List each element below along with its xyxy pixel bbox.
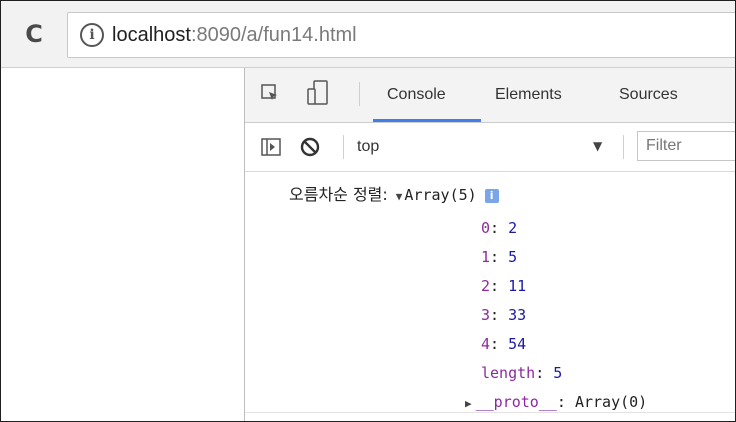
address-bar[interactable]: i localhost:8090/a/fun14.html bbox=[67, 12, 735, 58]
prop-key: 3 bbox=[481, 306, 491, 324]
console-divider bbox=[245, 412, 735, 413]
context-selector[interactable]: top bbox=[357, 136, 379, 158]
proto-value: Array(0) bbox=[574, 393, 648, 411]
console-output: 오름차순 정렬: ▼ Array(5) i 0: 2 1: 5 2: 11 3: 33… bbox=[245, 172, 735, 421]
sidebar-icon[interactable] bbox=[261, 138, 281, 156]
array-item: 4: 54 bbox=[481, 330, 647, 359]
prop-key: 1 bbox=[481, 248, 491, 266]
prop-colon: : bbox=[490, 219, 509, 237]
array-item: 3: 33 bbox=[481, 301, 647, 330]
url-text[interactable]: localhost:8090/a/fun14.html bbox=[112, 23, 357, 47]
clear-icon[interactable] bbox=[299, 136, 321, 158]
log-label: 오름차순 정렬: bbox=[289, 185, 388, 204]
prop-value: 54 bbox=[508, 335, 527, 353]
prop-colon: : bbox=[490, 277, 509, 295]
url-path: :8090/a/fun14.html bbox=[190, 24, 357, 46]
array-summary[interactable]: Array(5) bbox=[404, 186, 476, 204]
prop-value: 5 bbox=[553, 364, 563, 382]
tab-separator bbox=[359, 82, 360, 106]
prop-key: 4 bbox=[481, 335, 491, 353]
browser-toolbar: C i localhost:8090/a/fun14.html bbox=[1, 1, 735, 68]
prop-colon: : bbox=[490, 306, 509, 324]
array-properties: 0: 2 1: 5 2: 11 3: 33 4: 54 length: 5 ▶ _… bbox=[465, 214, 648, 417]
console-toolbar: top ▼ bbox=[245, 123, 735, 172]
info-badge-icon[interactable]: i bbox=[484, 189, 499, 203]
prop-key: length bbox=[481, 364, 536, 382]
prop-value: 5 bbox=[508, 248, 518, 266]
prop-value: 11 bbox=[508, 277, 527, 295]
tab-sources[interactable]: Sources bbox=[619, 84, 678, 106]
prop-key: 0 bbox=[481, 219, 491, 237]
prop-colon: : bbox=[490, 248, 509, 266]
browser-window: C i localhost:8090/a/fun14.html Console … bbox=[0, 0, 736, 422]
prop-colon: : bbox=[490, 335, 509, 353]
tab-console[interactable]: Console bbox=[387, 84, 446, 106]
array-item: 1: 5 bbox=[481, 243, 647, 272]
info-icon[interactable]: i bbox=[80, 23, 104, 47]
toolbar-separator bbox=[623, 135, 624, 159]
devtools-tabbar: Console Elements Sources bbox=[245, 68, 735, 123]
array-length: length: 5 bbox=[481, 359, 647, 388]
array-item: 0: 2 bbox=[481, 214, 647, 243]
devtools-panel: Console Elements Sources top ▼ 오름차순 정렬 bbox=[245, 68, 735, 421]
device-icon[interactable] bbox=[307, 80, 329, 106]
inspect-icon[interactable] bbox=[261, 84, 279, 102]
expand-arrow-icon[interactable]: ▼ bbox=[396, 190, 403, 203]
prop-colon: : bbox=[556, 393, 575, 411]
url-host: localhost bbox=[112, 24, 191, 46]
prop-colon: : bbox=[535, 364, 554, 382]
console-log-entry: 오름차순 정렬: ▼ Array(5) i bbox=[289, 184, 499, 208]
prop-key: 2 bbox=[481, 277, 491, 295]
active-tab-indicator bbox=[373, 119, 481, 122]
prop-value: 2 bbox=[508, 219, 518, 237]
filter-input[interactable] bbox=[637, 131, 735, 161]
reload-icon[interactable]: C bbox=[21, 21, 47, 47]
toolbar-separator bbox=[343, 135, 344, 159]
expand-arrow-icon[interactable]: ▶ bbox=[465, 397, 472, 410]
prop-value: 33 bbox=[508, 306, 527, 324]
proto-key: __proto__ bbox=[475, 393, 557, 411]
chevron-down-icon[interactable]: ▼ bbox=[593, 137, 602, 155]
tab-elements[interactable]: Elements bbox=[495, 84, 562, 106]
array-item: 2: 11 bbox=[481, 272, 647, 301]
page-content bbox=[1, 68, 245, 421]
